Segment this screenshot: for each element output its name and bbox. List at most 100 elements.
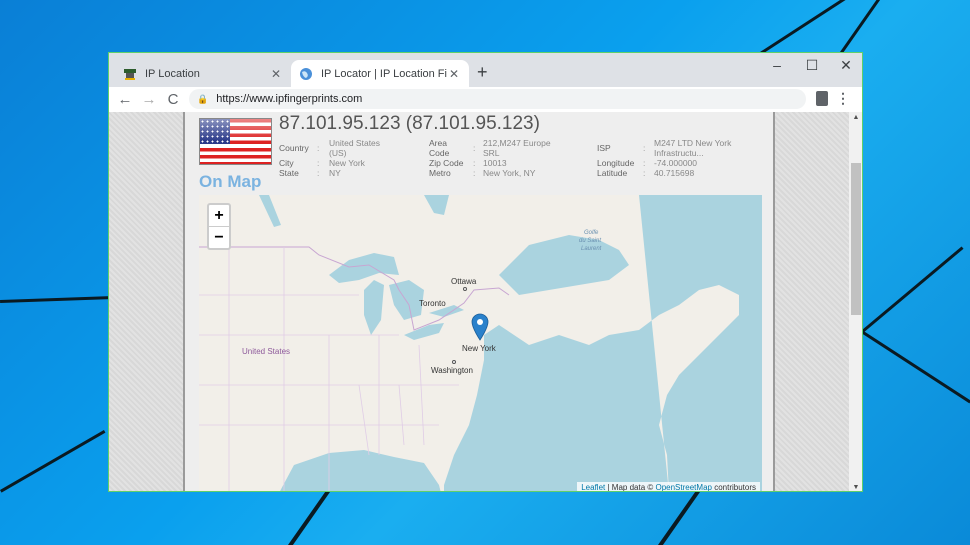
tab-title: IP Location [145,67,200,80]
longitude-value: -74.000000 [654,158,698,168]
separator: : [317,168,320,178]
wallpaper-line [0,296,111,303]
map-container[interactable]: + − Ottawa Toronto New York Washington U… [199,195,762,492]
separator: : [473,143,476,153]
map-label-gulf-2: du Saint [579,238,602,244]
scroll-up-arrow-icon[interactable]: ▲ [849,114,862,121]
wallpaper-line [656,489,700,545]
info-column-2: Area Code : 212,M247 Europe SRL Zip Code… [429,138,589,178]
wallpaper-line [862,246,964,333]
map-label-gulf-3: Laurent [581,246,602,252]
lake-superior [329,253,399,283]
separator: : [643,143,646,153]
map-label-united-states: United States [242,347,291,356]
ip-heading: 87.101.95.123 (87.101.95.123) [279,113,540,134]
url-text: https://www.ipfingerprints.com [216,93,363,105]
state-value: NY [329,168,341,178]
browser-menu-button[interactable]: ⋮ [836,90,850,107]
tab-close-icon[interactable]: ✕ [447,67,461,81]
attribution-text: | Map data © [605,483,656,492]
zoom-out-button[interactable]: − [209,227,229,249]
back-button[interactable]: ← [113,91,137,108]
tab-ip-location[interactable]: IP Location ✕ [115,60,291,87]
gulf-st-lawrence [499,235,629,295]
map-label-ottawa: Ottawa [451,277,477,286]
close-window-button[interactable]: ✕ [831,57,861,74]
latitude-value: 40.715698 [654,168,695,178]
wallpaper-line [0,430,106,493]
maximize-button[interactable]: ☐ [797,57,827,74]
leaflet-link[interactable]: Leaflet [581,483,605,491]
zoom-in-button[interactable]: + [209,205,229,227]
vertical-scrollbar[interactable]: ▲ ▼ [849,112,862,491]
city-label: City [279,158,294,168]
zip-code-label: Zip Code [429,158,464,168]
map-label-new-york: New York [462,344,496,353]
separator: : [473,158,476,168]
lake-michigan [364,280,384,335]
on-map-heading: On Map [199,172,262,191]
separator: : [643,168,646,178]
extension-badge-icon[interactable] [816,91,828,106]
gulf-of-mexico [280,450,441,491]
separator: : [473,168,476,178]
state-borders [199,247,459,491]
info-column-1: Country : United States (US) City : New … [279,138,419,178]
metro-value: New York, NY [483,168,536,178]
tab-ip-locator[interactable]: IP Locator | IP Location Finder | L ✕ [291,60,469,87]
tab-title: IP Locator | IP Location Finder | L [321,67,447,80]
metro-label: Metro [429,168,451,178]
country-value-code: (US) [329,148,347,158]
browser-toolbar: ← → C 🔒 https://www.ipfingerprints.com ⋮ [109,87,862,112]
page-viewport: 87.101.95.123 (87.101.95.123) Country : … [109,112,849,492]
area-code-value-2: SRL [483,148,500,158]
tab-close-icon[interactable]: ✕ [269,67,283,81]
scrollbar-thumb[interactable] [851,163,861,315]
country-label: Country [279,143,309,153]
zoom-control: + − [207,203,231,250]
minimize-button[interactable]: – [762,57,792,73]
info-column-3: ISP : M247 LTD New York Infrastructu... … [597,138,767,178]
lake-winnipeg [259,195,281,227]
latitude-label: Latitude [597,168,628,178]
area-code-label: Area [429,138,447,148]
map-attribution: Leaflet | Map data © OpenStreetMap contr… [577,482,760,492]
isp-value-2: Infrastructu... [654,148,704,158]
wallpaper-line [860,330,970,404]
hudson-bay [424,195,449,215]
globe-icon [300,67,312,80]
isp-label: ISP [597,143,611,153]
map-label-washington: Washington [431,366,473,375]
tab-bar: IP Location ✕ IP Locator | IP Location F… [109,53,862,87]
city-dot [452,360,456,364]
separator: : [317,143,320,153]
separator: : [643,158,646,168]
lock-icon: 🔒 [197,93,209,104]
city-value: New York [329,158,365,168]
address-bar[interactable]: 🔒 https://www.ipfingerprints.com [189,89,806,109]
attribution-suffix: contributors [711,483,756,492]
map-label-toronto: Toronto [419,299,446,308]
reload-button[interactable]: C [161,91,185,108]
forward-button[interactable]: → [137,91,161,108]
map-label-gulf: Golfe [584,230,599,236]
wallpaper-line [760,0,947,55]
page-content: 87.101.95.123 (87.101.95.123) Country : … [183,112,775,492]
us-flag-icon [199,118,272,165]
location-marker-icon[interactable] [471,313,489,341]
separator: : [317,158,320,168]
new-tab-button[interactable]: + [477,62,488,83]
longitude-label: Longitude [597,158,635,168]
area-code-value: 212,M247 Europe [483,138,551,148]
openstreetmap-link[interactable]: OpenStreetMap [655,483,711,491]
city-dot [463,287,467,291]
scroll-down-arrow-icon[interactable]: ▼ [849,484,862,491]
wallpaper-line [840,0,895,54]
zip-code-value: 10013 [483,158,507,168]
wallpaper-line [286,489,330,545]
site-logo-icon [124,68,136,80]
country-value: United States [329,138,381,148]
browser-window: IP Location ✕ IP Locator | IP Location F… [108,52,863,492]
state-label: State [279,168,299,178]
area-code-label-2: Code [429,148,450,158]
